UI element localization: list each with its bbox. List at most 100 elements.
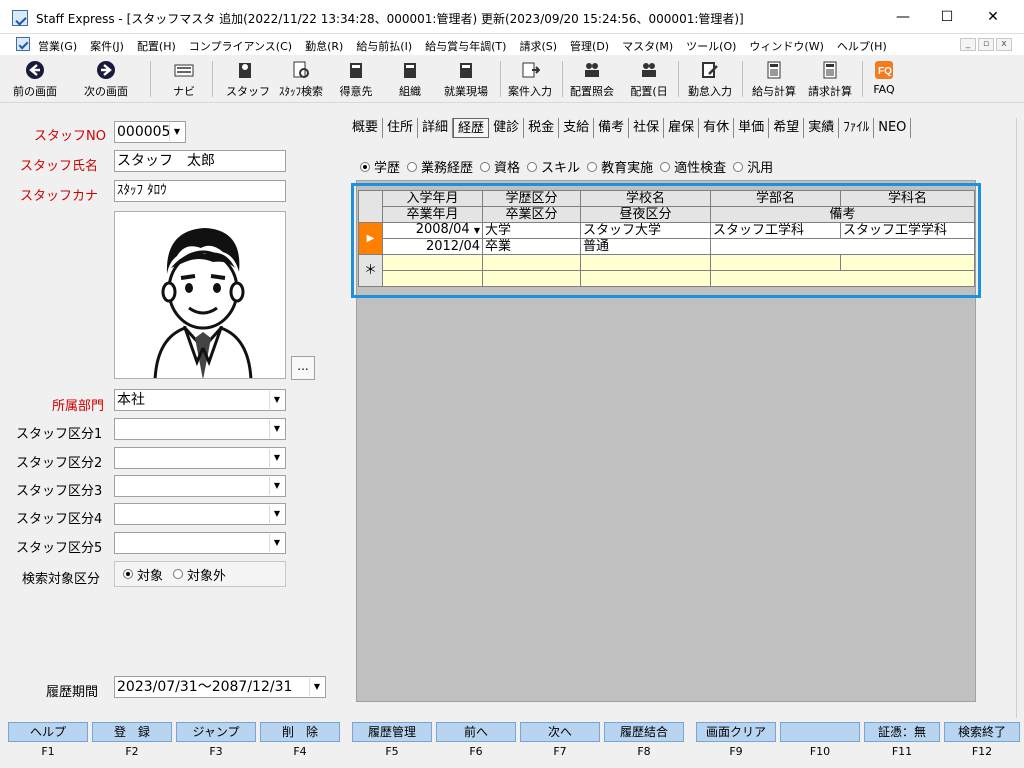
- tab-wishes[interactable]: 希望: [769, 118, 805, 138]
- header-entry-date[interactable]: 入学年月: [382, 190, 483, 207]
- maximize-button[interactable]: ☐: [924, 4, 970, 30]
- close-button[interactable]: ✕: [970, 4, 1016, 30]
- tab-payment[interactable]: 支給: [559, 118, 595, 138]
- chevron-down-icon[interactable]: ▼: [269, 449, 284, 467]
- staff-class1-select[interactable]: ▼: [114, 418, 286, 440]
- tab-details[interactable]: 詳細: [418, 118, 454, 138]
- tab-health[interactable]: 健診: [489, 118, 525, 138]
- header-department[interactable]: 学科名: [840, 190, 975, 207]
- new-cell-grad-class[interactable]: [482, 270, 581, 287]
- menu-placement[interactable]: 配置(H): [137, 38, 176, 54]
- staff-class4-select[interactable]: ▼: [114, 503, 286, 525]
- table-row[interactable]: ▶ 2008/04 ▼ 大学 スタッフ大学 スタッフ工学科 スタッフ工学学科: [358, 222, 975, 255]
- prev-button[interactable]: 前へ: [436, 722, 516, 742]
- chevron-down-icon[interactable]: ▼: [269, 420, 284, 438]
- new-cell-faculty[interactable]: [710, 254, 841, 271]
- history-merge-button[interactable]: 履歴結合: [604, 722, 684, 742]
- chevron-down-icon[interactable]: ▼: [269, 534, 284, 552]
- client-button[interactable]: 得意先: [336, 58, 376, 100]
- search-target-on-radio[interactable]: 対象: [123, 565, 163, 584]
- clear-screen-button[interactable]: 画面クリア: [696, 722, 776, 742]
- tab-social-insurance[interactable]: 社保: [629, 118, 665, 138]
- attendance-input-button[interactable]: 勤怠入力: [684, 58, 736, 100]
- menu-payroll[interactable]: 給与賞与年調(T): [425, 38, 506, 54]
- tab-employment-insurance[interactable]: 雇保: [664, 118, 700, 138]
- help-button[interactable]: ヘルプ: [8, 722, 88, 742]
- new-cell-department[interactable]: [840, 254, 975, 271]
- cell-school[interactable]: スタッフ大学: [580, 222, 711, 239]
- new-row[interactable]: [359, 270, 975, 287]
- menu-billing[interactable]: 請求(S): [519, 38, 557, 54]
- tab-career[interactable]: 経歴: [453, 118, 490, 138]
- menu-sales[interactable]: 営業(G): [38, 38, 77, 54]
- menu-advance[interactable]: 給与前払(I): [356, 38, 412, 54]
- tab-results[interactable]: 実績: [804, 118, 840, 138]
- cell-day-night[interactable]: 普通: [580, 238, 711, 255]
- tab-remarks[interactable]: 備考: [594, 118, 630, 138]
- chevron-down-icon[interactable]: ▼: [269, 391, 284, 409]
- menu-help[interactable]: ヘルプ(H): [837, 38, 887, 54]
- staff-no-select[interactable]: 000005 ▼: [114, 121, 186, 143]
- tab-overview[interactable]: 概要: [348, 118, 384, 138]
- chevron-down-icon[interactable]: ▼: [269, 505, 284, 523]
- staff-name-field[interactable]: スタッフ 太郎: [114, 150, 286, 172]
- tab-unit-price[interactable]: 単価: [734, 118, 770, 138]
- radio-skill[interactable]: スキル: [527, 157, 580, 176]
- cell-grad-date[interactable]: 2012/04: [382, 238, 483, 255]
- cell-grad-class[interactable]: 卒業: [482, 238, 581, 255]
- next-record-button[interactable]: 次へ: [520, 722, 600, 742]
- new-cell-grad-date[interactable]: [382, 270, 483, 287]
- history-period-select[interactable]: 2023/07/31～2087/12/31 ▼: [114, 676, 326, 698]
- cell-remarks[interactable]: [710, 238, 975, 255]
- chevron-down-icon[interactable]: ▼: [309, 678, 324, 696]
- header-edu-class[interactable]: 学歴区分: [482, 190, 581, 207]
- radio-qualification[interactable]: 資格: [480, 157, 520, 176]
- new-row[interactable]: ＊: [358, 254, 975, 287]
- register-button[interactable]: 登 録: [92, 722, 172, 742]
- delete-button[interactable]: 削 除: [260, 722, 340, 742]
- staff-kana-field[interactable]: ｽﾀｯﾌ ﾀﾛｳ: [114, 180, 286, 202]
- tab-paid-leave[interactable]: 有休: [699, 118, 735, 138]
- staff-class3-select[interactable]: ▼: [114, 475, 286, 497]
- current-row-indicator[interactable]: ▶: [358, 222, 383, 255]
- new-cell-entry-date[interactable]: [382, 254, 483, 271]
- search-end-button[interactable]: 検索終了: [944, 722, 1020, 742]
- cell-entry-date[interactable]: 2008/04 ▼: [382, 222, 483, 239]
- payroll-calc-button[interactable]: 給与計算: [748, 58, 800, 100]
- menu-case[interactable]: 案件(J): [90, 38, 124, 54]
- menu-compliance[interactable]: コンプライアンス(C): [189, 38, 292, 54]
- photo-browse-button[interactable]: ...: [291, 356, 315, 380]
- mdi-restore-icon[interactable]: ▫: [978, 38, 994, 51]
- table-row[interactable]: 2012/04 卒業 普通: [359, 238, 975, 255]
- new-cell-day-night[interactable]: [580, 270, 711, 287]
- voucher-button[interactable]: 証憑：無: [864, 722, 940, 742]
- billing-calc-button[interactable]: 請求計算: [804, 58, 856, 100]
- new-cell-remarks[interactable]: [710, 270, 975, 287]
- radio-training[interactable]: 教育実施: [587, 157, 653, 176]
- staff-search-button[interactable]: ｽﾀｯﾌ検索: [275, 58, 327, 100]
- header-grad-date[interactable]: 卒業年月: [382, 206, 483, 223]
- mdi-close-icon[interactable]: x: [996, 38, 1012, 51]
- placement-day-button[interactable]: 配置(日: [626, 58, 672, 100]
- header-remarks[interactable]: 備考: [710, 206, 975, 223]
- menu-master[interactable]: マスタ(M): [622, 38, 673, 54]
- staff-button[interactable]: スタッフ: [226, 58, 270, 100]
- chevron-down-icon[interactable]: ▼: [474, 226, 480, 235]
- radio-work-history[interactable]: 業務経歴: [407, 157, 473, 176]
- tab-neo[interactable]: NEO: [874, 118, 912, 138]
- new-cell-edu-class[interactable]: [482, 254, 581, 271]
- tab-address[interactable]: 住所: [383, 118, 419, 138]
- placement-inquiry-button[interactable]: 配置照会: [566, 58, 618, 100]
- new-cell-school[interactable]: [580, 254, 711, 271]
- radio-aptitude-test[interactable]: 適性検査: [660, 157, 726, 176]
- history-manage-button[interactable]: 履歴管理: [352, 722, 432, 742]
- header-school[interactable]: 学校名: [580, 190, 711, 207]
- app-menu-icon[interactable]: [16, 37, 30, 51]
- new-row-indicator[interactable]: ＊: [358, 254, 383, 287]
- jump-button[interactable]: ジャンプ: [176, 722, 256, 742]
- menu-attendance[interactable]: 勤怠(R): [305, 38, 343, 54]
- search-target-off-radio[interactable]: 対象外: [173, 565, 226, 584]
- header-day-night[interactable]: 昼夜区分: [580, 206, 711, 223]
- minimize-button[interactable]: —: [880, 4, 926, 30]
- case-input-button[interactable]: 案件入力: [504, 58, 556, 100]
